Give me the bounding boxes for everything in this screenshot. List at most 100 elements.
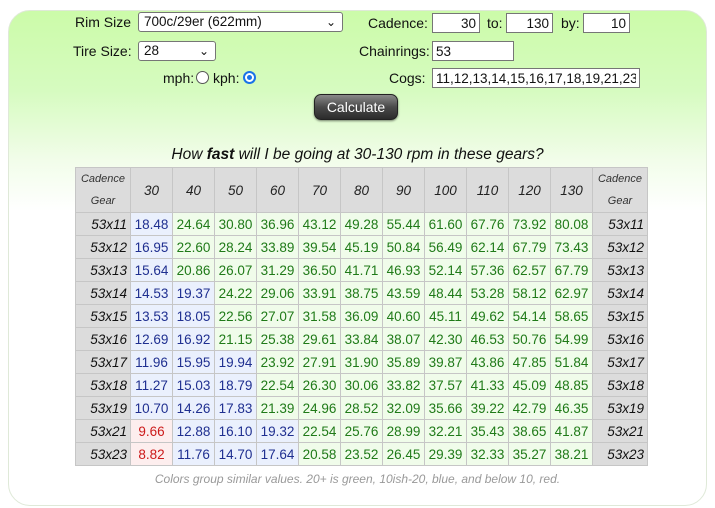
cadence-by-input[interactable] [583,13,630,33]
speed-cell: 21.39 [256,396,299,420]
speed-cell: 28.24 [214,235,257,259]
mph-radio[interactable] [196,71,209,84]
gear-label: 53x14 [592,281,648,305]
cadence-to-input[interactable] [506,13,553,33]
gear-header-label: Gear [90,195,116,207]
speed-cell: 31.90 [340,350,383,374]
gear-label: 53x18 [75,373,131,397]
table-row: 53x12 16.95 22.60 28.24 33.89 39.54 45.19 50.84… [75,235,648,259]
speed-cell: 20.86 [172,258,215,282]
speed-cell: 9.66 [130,419,173,443]
speed-cell: 36.96 [256,212,299,236]
cogs-input[interactable] [432,68,640,88]
speed-cell: 45.19 [340,235,383,259]
speed-cell: 48.85 [550,373,593,397]
speed-cell: 17.83 [214,396,257,420]
gear-label: 53x13 [75,258,131,282]
speed-cell: 51.84 [550,350,593,374]
table-row: 53x15 13.53 18.05 22.56 27.07 31.58 36.09 40.60… [75,304,648,328]
kph-label: kph: [213,70,240,86]
speed-cell: 17.64 [256,442,299,466]
speed-cell: 35.43 [466,419,509,443]
chainrings-input[interactable] [432,41,514,61]
gear-label: 53x15 [592,304,648,328]
speed-cell: 61.60 [424,212,467,236]
speed-cell: 38.21 [550,442,593,466]
cadence-header: 90 [382,167,425,213]
speed-cell: 39.87 [424,350,467,374]
chevron-down-icon: ⌄ [198,44,209,58]
speed-cell: 14.70 [214,442,257,466]
speed-cell: 55.44 [382,212,425,236]
speed-cell: 28.99 [382,419,425,443]
speed-cell: 20.58 [298,442,341,466]
speed-cell: 35.27 [508,442,551,466]
speed-cell: 14.26 [172,396,215,420]
rim-size-select[interactable]: 700c/29er (622mm) ⌄ [138,12,343,32]
table-row: 53x11 18.48 24.64 30.80 36.96 43.12 49.28 55.44… [75,212,648,236]
gear-label: 53x17 [592,350,648,374]
speed-cell: 50.84 [382,235,425,259]
speed-cell: 43.12 [298,212,341,236]
speed-cell: 46.93 [382,258,425,282]
tire-size-value: 28 [144,43,160,58]
tire-size-select[interactable]: 28 ⌄ [138,41,216,61]
speed-cell: 38.75 [340,281,383,305]
table-row: 53x16 12.69 16.92 21.15 25.38 29.61 33.84 38.07… [75,327,648,351]
gear-label: 53x23 [75,442,131,466]
speed-cell: 49.62 [466,304,509,328]
calculate-button[interactable]: Calculate [314,94,398,120]
speed-cell: 46.35 [550,396,593,420]
speed-cell: 15.64 [130,258,173,282]
speed-cell: 50.76 [508,327,551,351]
cadence-from-input[interactable] [432,13,480,33]
speed-cell: 45.11 [424,304,467,328]
speed-cell: 54.99 [550,327,593,351]
speed-cell: 13.53 [130,304,173,328]
cadence-header-label: Cadence [80,173,126,185]
speed-cell: 41.33 [466,373,509,397]
speed-cell: 26.30 [298,373,341,397]
gear-label: 53x12 [75,235,131,259]
table-row: 53x19 10.70 14.26 17.83 21.39 24.96 28.52 32.09… [75,396,648,420]
speed-cell: 26.07 [214,258,257,282]
speed-cell: 48.44 [424,281,467,305]
gear-label: 53x18 [592,373,648,397]
cadence-header: 120 [508,167,551,213]
speed-cell: 80.08 [550,212,593,236]
speed-cell: 12.88 [172,419,215,443]
chevron-down-icon: ⌄ [325,15,336,29]
cadence-header: 40 [172,167,215,213]
speed-cell: 22.60 [172,235,215,259]
speed-cell: 36.50 [298,258,341,282]
cadence-header-label: Cadence [597,173,643,185]
table-row: 53x14 14.53 19.37 24.22 29.06 33.91 38.75 43.59… [75,281,648,305]
kph-radio[interactable] [243,71,256,84]
speed-cell: 33.84 [340,327,383,351]
cadence-header: 30 [130,167,173,213]
speed-cell: 18.79 [214,373,257,397]
speed-cell: 23.92 [256,350,299,374]
speed-cell: 56.49 [424,235,467,259]
gear-label: 53x19 [75,396,131,420]
speed-cell: 31.29 [256,258,299,282]
speed-cell: 19.37 [172,281,215,305]
speed-cell: 42.30 [424,327,467,351]
speed-cell: 11.96 [130,350,173,374]
speed-cell: 58.65 [550,304,593,328]
speed-cell: 16.10 [214,419,257,443]
speed-cell: 19.32 [256,419,299,443]
speed-cell: 31.58 [298,304,341,328]
table-row: 53x18 11.27 15.03 18.79 22.54 26.30 30.06 33.82… [75,373,648,397]
speed-cell: 58.12 [508,281,551,305]
rim-size-label: Rim Size [75,14,132,30]
gear-label: 53x17 [75,350,131,374]
speed-cell: 39.22 [466,396,509,420]
speed-cell: 24.64 [172,212,215,236]
speed-cell: 67.79 [550,258,593,282]
speed-cell: 19.94 [214,350,257,374]
speed-cell: 30.06 [340,373,383,397]
speed-cell: 29.61 [298,327,341,351]
table-row: 53x21 9.66 12.88 16.10 19.32 22.54 25.76 28.99 3… [75,419,648,443]
speed-cell: 36.09 [340,304,383,328]
